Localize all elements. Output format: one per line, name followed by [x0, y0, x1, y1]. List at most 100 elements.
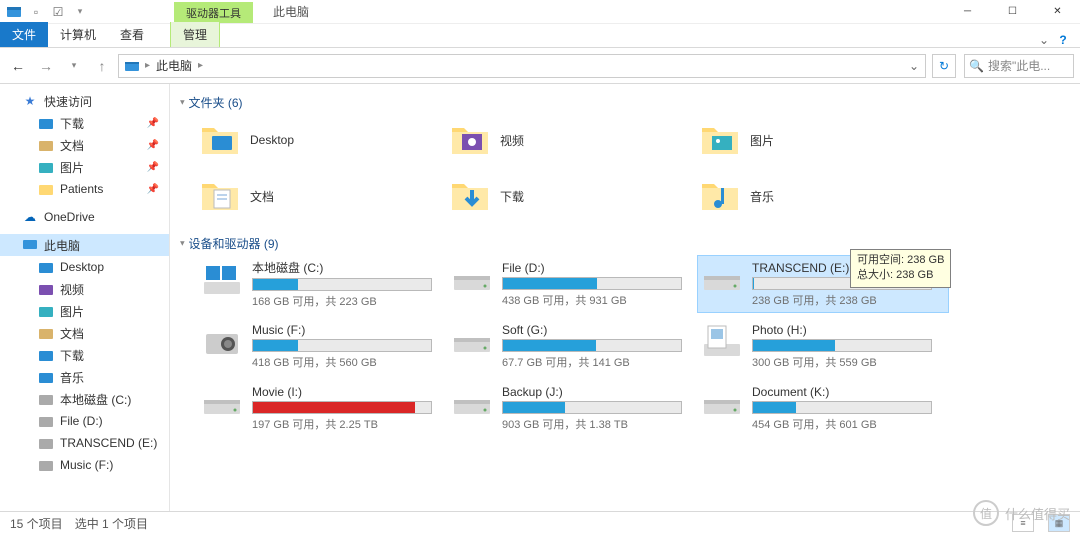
navitem-pc-0[interactable]: Desktop: [0, 256, 169, 278]
navitem-pc-9[interactable]: Music (F:): [0, 454, 169, 476]
drive-item[interactable]: Music (F:)418 GB 可用，共 560 GB: [198, 318, 448, 374]
address-bar[interactable]: ▸ 此电脑 ▸ ⌄: [118, 54, 926, 78]
drive-icon: [450, 258, 494, 302]
qat-overflow-icon[interactable]: ▾: [72, 4, 88, 20]
tab-manage[interactable]: 管理: [170, 22, 220, 47]
drive-usage-bar: [252, 401, 432, 414]
folder-label: 音乐: [750, 188, 774, 205]
drive-usage-bar: [502, 401, 682, 414]
help-icon[interactable]: ?: [1056, 33, 1080, 47]
folder-item[interactable]: 文档: [198, 171, 448, 221]
contextual-tab-group: 驱动器工具: [174, 0, 253, 23]
forward-button[interactable]: →: [34, 54, 58, 78]
close-button[interactable]: ✕: [1035, 0, 1080, 24]
folder-icon: [198, 118, 242, 162]
ribbon-collapse-icon[interactable]: ⌄: [1032, 33, 1056, 47]
pin-icon: 📌: [147, 162, 159, 173]
navigation-pane[interactable]: ★ 快速访问 下载📌文档📌 图片 📌 Patients📌 ☁ OneDrive 此电脑…: [0, 84, 170, 511]
address-dropdown-icon[interactable]: ⌄: [905, 59, 923, 73]
navitem-label: Patients: [60, 182, 103, 196]
folder-item[interactable]: 下载: [448, 171, 698, 221]
folder-item[interactable]: 音乐: [698, 171, 948, 221]
drive-item[interactable]: Photo (H:)300 GB 可用，共 559 GB: [698, 318, 948, 374]
drive-icon: [450, 320, 494, 364]
drive-usage-bar: [252, 278, 432, 291]
drive-item[interactable]: 本地磁盘 (C:)168 GB 可用，共 223 GB: [198, 256, 448, 312]
drive-name: Backup (J:): [502, 385, 696, 399]
tooltip-line: 可用空间: 238 GB: [857, 253, 944, 268]
navitem-pc-3[interactable]: 文档: [0, 322, 169, 344]
qat-properties-icon[interactable]: ▫: [28, 4, 44, 20]
quick-access-toolbar: ▫ ☑ ▾: [0, 4, 94, 20]
tab-view[interactable]: 查看: [108, 22, 156, 47]
navitem-label: 下载: [60, 115, 84, 132]
item-icon: [38, 325, 54, 341]
item-icon: [38, 259, 54, 275]
folder-icon: [38, 159, 54, 175]
drive-icon: [700, 320, 744, 364]
maximize-button[interactable]: ☐: [990, 0, 1035, 24]
drive-status: 238 GB 可用，共 238 GB: [752, 292, 946, 308]
navitem-pc-6[interactable]: 本地磁盘 (C:): [0, 388, 169, 410]
tab-file[interactable]: 文件: [0, 22, 48, 47]
drive-item[interactable]: Backup (J:)903 GB 可用，共 1.38 TB: [448, 380, 698, 436]
folder-label: 文档: [250, 188, 274, 205]
breadcrumb-sep-icon[interactable]: ▸: [196, 60, 205, 71]
navitem-quick-3[interactable]: Patients📌: [0, 178, 169, 200]
folder-label: Desktop: [250, 133, 294, 147]
item-icon: [38, 281, 54, 297]
up-button[interactable]: ↑: [90, 54, 114, 78]
drive-status: 67.7 GB 可用，共 141 GB: [502, 354, 696, 370]
tab-computer[interactable]: 计算机: [48, 22, 108, 47]
drive-status: 454 GB 可用，共 601 GB: [752, 416, 946, 432]
drive-status: 438 GB 可用，共 931 GB: [502, 292, 696, 308]
navitem-quick-0[interactable]: 下载📌: [0, 112, 169, 134]
drive-icon: [700, 258, 744, 302]
drive-icon: [200, 258, 244, 302]
drive-icon: [450, 382, 494, 426]
app-icon: [6, 4, 22, 20]
navitem-pc-1[interactable]: 视频: [0, 278, 169, 300]
search-input[interactable]: 🔍 搜索"此电...: [964, 54, 1074, 78]
navitem-label: Music (F:): [60, 458, 113, 472]
navitem-onedrive[interactable]: ☁ OneDrive: [0, 206, 169, 228]
drive-status: 418 GB 可用，共 560 GB: [252, 354, 446, 370]
drive-name: File (D:): [502, 261, 696, 275]
drive-item[interactable]: File (D:) 438 GB 可用，共 931 GB: [448, 256, 698, 312]
navitem-quick-1[interactable]: 文档📌: [0, 134, 169, 156]
folder-icon: [698, 118, 742, 162]
breadcrumb-root[interactable]: 此电脑: [152, 57, 196, 74]
refresh-button[interactable]: ↻: [932, 54, 956, 78]
navitem-pc-2[interactable]: 图片: [0, 300, 169, 322]
navitem-pc-7[interactable]: File (D:): [0, 410, 169, 432]
drive-item[interactable]: Soft (G:)67.7 GB 可用，共 141 GB: [448, 318, 698, 374]
navitem-quick-access[interactable]: ★ 快速访问: [0, 90, 169, 112]
content-pane[interactable]: ▸ 文件夹 (6) Desktop视频图片文档下载音乐 ▸ 设备和驱动器 (9)…: [170, 84, 1080, 511]
drive-usage-bar: [252, 339, 432, 352]
drive-item[interactable]: Document (K:)454 GB 可用，共 601 GB: [698, 380, 948, 436]
navitem-quick-2[interactable]: 图片 📌: [0, 156, 169, 178]
folder-item[interactable]: Desktop: [198, 115, 448, 165]
onedrive-icon: ☁: [22, 209, 38, 225]
minimize-button[interactable]: ─: [945, 0, 990, 24]
navitem-pc-5[interactable]: 音乐: [0, 366, 169, 388]
navitem-this-pc[interactable]: 此电脑: [0, 234, 169, 256]
folder-item[interactable]: 视频: [448, 115, 698, 165]
status-count: 15 个项目: [10, 515, 63, 532]
folder-item[interactable]: 图片: [698, 115, 948, 165]
navitem-label: 音乐: [60, 369, 84, 386]
navitem-label: 本地磁盘 (C:): [60, 391, 131, 408]
recent-locations-button[interactable]: ▾: [62, 54, 86, 78]
group-header-folders[interactable]: ▸ 文件夹 (6): [180, 90, 1070, 115]
drive-icon: [200, 382, 244, 426]
qat-checkbox-icon[interactable]: ☑: [50, 4, 66, 20]
breadcrumb-sep-icon[interactable]: ▸: [143, 60, 152, 71]
navitem-label: 图片: [60, 159, 84, 176]
back-button[interactable]: ←: [6, 54, 30, 78]
navitem-pc-4[interactable]: 下载: [0, 344, 169, 366]
status-bar: 15 个项目 选中 1 个项目 ≡ ▦: [0, 511, 1080, 534]
navitem-pc-8[interactable]: TRANSCEND (E:): [0, 432, 169, 454]
item-icon: [38, 369, 54, 385]
star-icon: ★: [22, 93, 38, 109]
drive-item[interactable]: Movie (I:)197 GB 可用，共 2.25 TB: [198, 380, 448, 436]
